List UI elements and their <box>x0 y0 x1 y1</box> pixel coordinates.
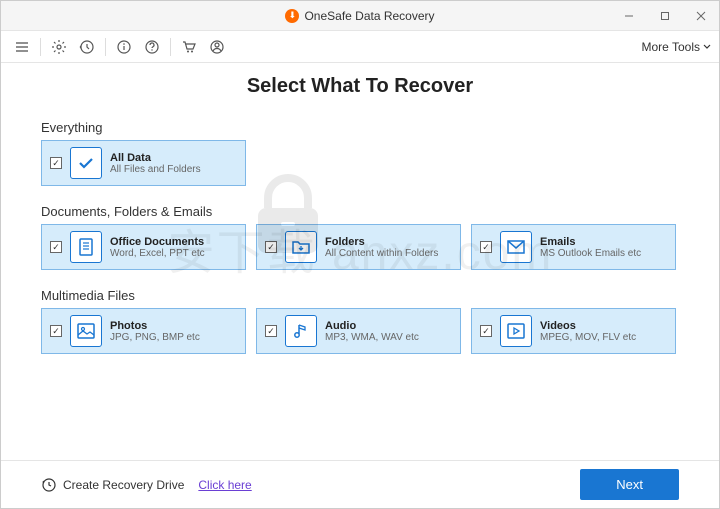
app-logo-icon: ⬇ <box>285 9 299 23</box>
card-office-documents[interactable]: ✓ Office Documents Word, Excel, PPT etc <box>41 224 246 270</box>
toolbar-left <box>9 34 230 60</box>
envelope-icon <box>500 231 532 263</box>
card-title: Audio <box>325 320 419 332</box>
card-emails[interactable]: ✓ Emails MS Outlook Emails etc <box>471 224 676 270</box>
card-title: Videos <box>540 320 636 332</box>
music-note-icon <box>285 315 317 347</box>
card-folders[interactable]: ✓ Folders All Content within Folders <box>256 224 461 270</box>
more-tools-button[interactable]: More Tools <box>642 40 711 54</box>
close-button[interactable] <box>683 1 719 31</box>
card-subtitle: MPEG, MOV, FLV etc <box>540 332 636 343</box>
card-subtitle: JPG, PNG, BMP etc <box>110 332 200 343</box>
section-label: Everything <box>41 120 679 135</box>
folder-icon <box>285 231 317 263</box>
info-icon[interactable] <box>111 34 137 60</box>
main-content: Select What To Recover Everything ✓ All … <box>1 63 719 354</box>
settings-icon[interactable] <box>46 34 72 60</box>
card-subtitle: MP3, WMA, WAV etc <box>325 332 419 343</box>
card-subtitle: MS Outlook Emails etc <box>540 248 641 259</box>
card-all-data[interactable]: ✓ All Data All Files and Folders <box>41 140 246 186</box>
section-documents: Documents, Folders & Emails ✓ Office Doc… <box>41 204 679 270</box>
maximize-button[interactable] <box>647 1 683 31</box>
section-everything: Everything ✓ All Data All Files and Fold… <box>41 120 679 186</box>
checkbox[interactable]: ✓ <box>50 157 62 169</box>
help-icon[interactable] <box>139 34 165 60</box>
window-controls <box>611 1 719 31</box>
toolbar-divider <box>170 38 171 56</box>
play-icon <box>500 315 532 347</box>
recovery-drive-label: Create Recovery Drive <box>63 478 184 492</box>
click-here-link[interactable]: Click here <box>198 478 251 492</box>
checkbox[interactable]: ✓ <box>480 241 492 253</box>
section-multimedia: Multimedia Files ✓ Photos JPG, PNG, BMP … <box>41 288 679 354</box>
footer-left: Create Recovery Drive Click here <box>41 477 252 493</box>
checkbox[interactable]: ✓ <box>50 325 62 337</box>
checkbox[interactable]: ✓ <box>265 241 277 253</box>
card-subtitle: Word, Excel, PPT etc <box>110 248 205 259</box>
checkbox[interactable]: ✓ <box>50 241 62 253</box>
card-audio[interactable]: ✓ Audio MP3, WMA, WAV etc <box>256 308 461 354</box>
image-icon <box>70 315 102 347</box>
next-button[interactable]: Next <box>580 469 679 500</box>
recovery-drive-icon <box>41 477 57 493</box>
card-title: Office Documents <box>110 236 205 248</box>
toolbar-divider <box>105 38 106 56</box>
card-title: Folders <box>325 236 438 248</box>
chevron-down-icon <box>703 43 711 51</box>
card-title: All Data <box>110 152 201 164</box>
page-title: Select What To Recover <box>41 75 679 98</box>
checkmark-icon <box>70 147 102 179</box>
checkbox[interactable]: ✓ <box>480 325 492 337</box>
toolbar: More Tools <box>1 31 719 63</box>
more-tools-label: More Tools <box>642 40 700 54</box>
minimize-button[interactable] <box>611 1 647 31</box>
section-label: Documents, Folders & Emails <box>41 204 679 219</box>
titlebar-title: ⬇ OneSafe Data Recovery <box>285 9 434 23</box>
card-subtitle: All Files and Folders <box>110 164 201 175</box>
card-videos[interactable]: ✓ Videos MPEG, MOV, FLV etc <box>471 308 676 354</box>
user-icon[interactable] <box>204 34 230 60</box>
cart-icon[interactable] <box>176 34 202 60</box>
footer: Create Recovery Drive Click here Next <box>1 460 719 508</box>
history-icon[interactable] <box>74 34 100 60</box>
card-title: Emails <box>540 236 641 248</box>
card-subtitle: All Content within Folders <box>325 248 438 259</box>
section-label: Multimedia Files <box>41 288 679 303</box>
titlebar: ⬇ OneSafe Data Recovery <box>1 1 719 31</box>
document-icon <box>70 231 102 263</box>
toolbar-divider <box>40 38 41 56</box>
card-photos[interactable]: ✓ Photos JPG, PNG, BMP etc <box>41 308 246 354</box>
app-name-label: OneSafe Data Recovery <box>304 9 434 23</box>
menu-icon[interactable] <box>9 34 35 60</box>
card-title: Photos <box>110 320 200 332</box>
checkbox[interactable]: ✓ <box>265 325 277 337</box>
